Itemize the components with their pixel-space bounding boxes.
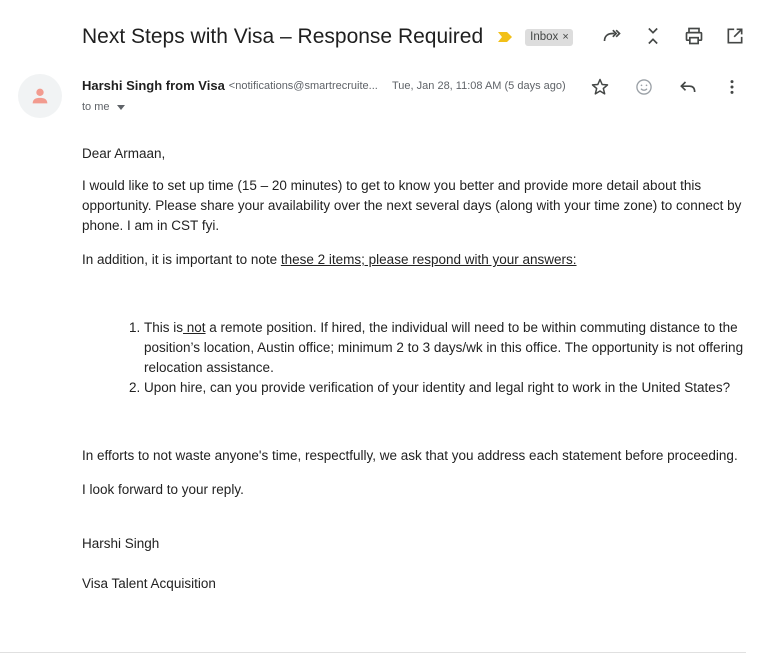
remove-label-icon[interactable]: × bbox=[562, 31, 568, 43]
importance-marker-icon[interactable] bbox=[497, 29, 513, 45]
sender-name[interactable]: Harshi Singh from Visa bbox=[82, 78, 225, 93]
list-item: This is not a remote position. If hired,… bbox=[144, 318, 762, 378]
email-date: Tue, Jan 28, 11:08 AM (5 days ago) bbox=[392, 80, 566, 92]
chevron-down-icon[interactable] bbox=[116, 104, 125, 110]
person-icon bbox=[32, 88, 48, 104]
star-icon[interactable] bbox=[588, 75, 612, 99]
inbox-label-text: Inbox bbox=[530, 30, 559, 43]
body-paragraph: In addition, it is important to note the… bbox=[82, 250, 577, 270]
divider bbox=[0, 652, 746, 653]
open-new-window-icon[interactable] bbox=[723, 24, 747, 48]
more-vert-icon[interactable] bbox=[720, 75, 744, 99]
sender-row: Harshi Singh from Visa <notifications@sm… bbox=[82, 78, 378, 93]
subject-row: Next Steps with Visa – Response Required… bbox=[82, 22, 573, 52]
email-subject: Next Steps with Visa – Response Required bbox=[82, 25, 484, 48]
body-paragraph: In efforts to not waste anyone's time, r… bbox=[82, 448, 738, 463]
forward-all-icon[interactable] bbox=[600, 24, 624, 48]
recipients-toggle[interactable]: to me bbox=[82, 101, 125, 113]
list-item-text: This is bbox=[144, 320, 184, 335]
paragraph-text: In addition, it is important to note bbox=[82, 252, 281, 267]
greeting: Dear Armaan, bbox=[82, 146, 166, 161]
thread-actions bbox=[600, 24, 747, 48]
collapse-icon[interactable] bbox=[641, 24, 665, 48]
body-paragraph: I look forward to your reply. bbox=[82, 482, 244, 497]
list-item: Upon hire, can you provide verification … bbox=[144, 378, 762, 398]
message-actions bbox=[588, 75, 744, 99]
avatar[interactable] bbox=[18, 74, 62, 118]
underlined-text: not bbox=[183, 320, 206, 335]
reply-icon[interactable] bbox=[676, 75, 700, 99]
signature-title: Visa Talent Acquisition bbox=[82, 576, 216, 591]
emoji-icon[interactable] bbox=[632, 75, 656, 99]
inbox-label-chip[interactable]: Inbox × bbox=[525, 28, 573, 46]
body-paragraph: I would like to set up time (15 – 20 min… bbox=[82, 178, 742, 233]
sender-email: <notifications@smartrecruite... bbox=[228, 79, 378, 92]
numbered-list: This is not a remote position. If hired,… bbox=[126, 318, 762, 398]
recipients-label: to me bbox=[82, 101, 110, 113]
list-item-text: a remote position. If hired, the individ… bbox=[144, 320, 744, 375]
underlined-text: these 2 items; please respond with your … bbox=[280, 252, 577, 267]
print-icon[interactable] bbox=[682, 24, 706, 48]
signature-name: Harshi Singh bbox=[82, 536, 160, 551]
